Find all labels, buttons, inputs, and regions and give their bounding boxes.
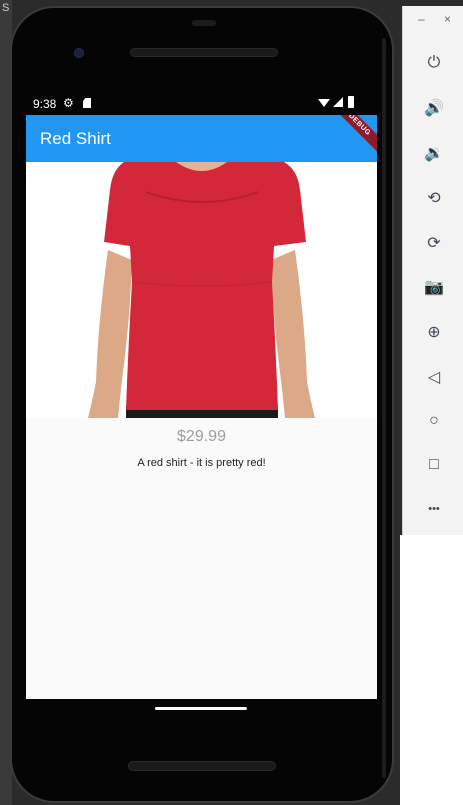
app-bar: Red Shirt DEBUG: [26, 115, 377, 162]
right-arm-shape: [271, 250, 315, 418]
minimize-button[interactable]: –: [418, 12, 425, 26]
home-icon: ○: [429, 412, 439, 429]
status-bar: 9:38 ⚙: [24, 94, 376, 114]
toolbar-window-controls: – ×: [403, 12, 463, 30]
rotate-left-icon: ⟲: [427, 190, 441, 207]
volume-down-icon: 🔉: [424, 145, 444, 162]
status-time: 9:38: [33, 97, 57, 111]
rotate-right-button[interactable]: ⟳: [421, 230, 447, 256]
gesture-home-bar[interactable]: [155, 707, 247, 710]
rotate-left-button[interactable]: ⟲: [421, 185, 447, 211]
front-camera-icon: [74, 48, 84, 58]
emulator-toolbar: – × ⏻ 🔊 🔉 ⟲ ⟳ 📷 ⊕ ◁ ○ □ •••: [402, 6, 463, 535]
screenshot-button[interactable]: 📷: [421, 274, 447, 300]
bottom-speaker-grille: [128, 761, 276, 771]
left-arm-shape: [88, 250, 132, 418]
rotate-right-icon: ⟳: [427, 235, 441, 252]
sd-card-icon: [83, 98, 91, 108]
red-shirt-illustration: [88, 162, 315, 418]
phone-edge-highlight: [382, 38, 386, 778]
volume-down-button[interactable]: 🔉: [421, 140, 447, 166]
battery-icon: [348, 96, 354, 108]
cell-signal-icon: [333, 97, 343, 107]
power-button[interactable]: ⏻: [421, 50, 447, 76]
top-speaker-grille: [130, 48, 278, 57]
desktop-background: [400, 535, 463, 805]
power-icon: ⏻: [427, 54, 441, 71]
product-image: [26, 162, 377, 418]
more-button[interactable]: •••: [421, 496, 447, 522]
settings-gear-icon: ⚙: [63, 96, 74, 110]
app-screen: Red Shirt DEBUG $29.99 A red shirt - it …: [26, 115, 377, 699]
close-button[interactable]: ×: [444, 12, 451, 26]
earpiece-notch: [192, 20, 216, 26]
home-button[interactable]: ○: [421, 408, 447, 434]
volume-up-button[interactable]: 🔊: [421, 95, 447, 121]
camera-icon: 📷: [424, 279, 444, 296]
wifi-icon: [318, 99, 330, 107]
host-edge-label: S: [2, 2, 10, 14]
zoom-icon: ⊕: [427, 324, 441, 341]
overview-button[interactable]: □: [421, 452, 447, 478]
more-icon: •••: [428, 503, 440, 515]
page-title: Red Shirt: [40, 129, 111, 148]
zoom-button[interactable]: ⊕: [421, 319, 447, 345]
overview-icon: □: [429, 456, 439, 473]
volume-up-icon: 🔊: [424, 100, 444, 117]
debug-banner: DEBUG: [326, 115, 377, 158]
back-button[interactable]: ◁: [421, 364, 447, 390]
back-icon: ◁: [427, 369, 441, 386]
product-price: $29.99: [177, 428, 226, 445]
product-description: A red shirt - it is pretty red!: [137, 457, 266, 469]
emulator-window: S 9:38 ⚙ Red Shirt DEBUG $29.99 A red sh…: [0, 0, 463, 805]
